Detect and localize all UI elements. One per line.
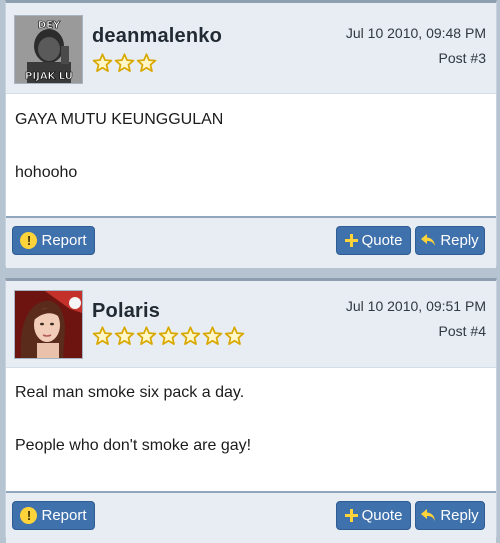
post: Polaris Jul 10 2010, 09:51 PM Post #4 Re… — [5, 278, 497, 543]
post-body: GAYA MUTU KEUNGGULAN hohooho — [15, 110, 486, 216]
alert-icon: ! — [20, 232, 38, 249]
reply-label: Reply — [440, 507, 479, 524]
star-icon — [158, 326, 179, 346]
alert-icon: ! — [20, 507, 38, 524]
report-label: Report — [41, 507, 87, 524]
rating-stars — [92, 326, 245, 346]
quote-button[interactable]: Quote — [336, 501, 411, 530]
quote-button[interactable]: Quote — [336, 226, 411, 255]
thread: DEY PIJAK LU deanmalenko Jul 10 2010, 09… — [0, 0, 500, 543]
report-button[interactable]: ! Report — [12, 501, 95, 530]
post-text-line: GAYA MUTU KEUNGGULAN — [15, 111, 224, 128]
rating-stars — [92, 53, 157, 73]
post-header: Polaris Jul 10 2010, 09:51 PM Post #4 — [6, 281, 496, 368]
username[interactable]: deanmalenko — [92, 25, 222, 48]
star-icon — [114, 53, 135, 73]
star-icon — [202, 326, 223, 346]
reply-label: Reply — [440, 232, 479, 249]
avatar[interactable] — [14, 290, 83, 359]
report-button[interactable]: ! Report — [12, 226, 95, 255]
post-footer: ! Report Quote Reply — [6, 491, 496, 543]
star-icon — [92, 326, 113, 346]
post-text-line: People who don't smoke are gay! — [15, 437, 252, 454]
quote-label: Quote — [361, 232, 403, 249]
post-number-link[interactable]: Post #3 — [439, 50, 486, 66]
post-date: Jul 10 2010, 09:48 PM — [345, 25, 486, 41]
star-icon — [180, 326, 201, 346]
reply-arrow-icon — [421, 234, 436, 246]
reply-button[interactable]: Reply — [415, 226, 485, 255]
avatar[interactable]: DEY PIJAK LU — [14, 15, 83, 84]
star-icon — [114, 326, 135, 346]
report-label: Report — [41, 232, 87, 249]
plus-icon — [344, 509, 358, 522]
username[interactable]: Polaris — [92, 300, 160, 323]
avatar-image — [15, 291, 82, 358]
post-body: Real man smoke six pack a day. People wh… — [15, 383, 486, 489]
avatar-caption-bottom: PIJAK LU — [25, 71, 73, 82]
reply-button[interactable]: Reply — [415, 501, 485, 530]
post-footer: ! Report Quote Reply — [6, 216, 496, 268]
star-icon — [136, 53, 157, 73]
star-icon — [224, 326, 245, 346]
avatar-image: DEY PIJAK LU — [15, 16, 82, 83]
post-header: DEY PIJAK LU deanmalenko Jul 10 2010, 09… — [6, 3, 496, 94]
post-text-line: Real man smoke six pack a day. — [15, 384, 245, 401]
post-text-line: hohooho — [15, 164, 78, 181]
star-icon — [92, 53, 113, 73]
post-date: Jul 10 2010, 09:51 PM — [345, 298, 486, 314]
post-number-link[interactable]: Post #4 — [439, 323, 486, 339]
plus-icon — [344, 234, 358, 247]
quote-label: Quote — [361, 507, 403, 524]
post: DEY PIJAK LU deanmalenko Jul 10 2010, 09… — [5, 0, 497, 268]
reply-arrow-icon — [421, 509, 436, 521]
avatar-caption-top: DEY — [38, 20, 61, 31]
star-icon — [136, 326, 157, 346]
